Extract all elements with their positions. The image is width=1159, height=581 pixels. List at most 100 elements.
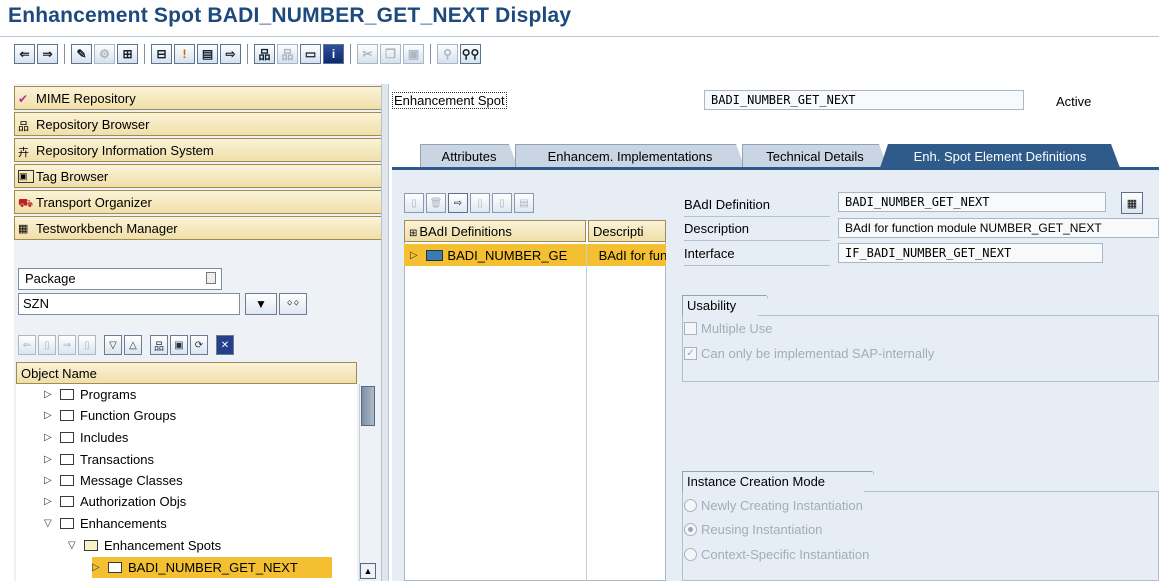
expand-arrow-icon[interactable]: ▷ [410, 250, 426, 261]
table-row[interactable]: ▷ BADI_NUMBER_GE BAdI for fun [404, 244, 666, 266]
scroll-up-icon[interactable]: ▲ [360, 563, 376, 579]
nav-transport-organizer[interactable]: ⛟ Transport Organizer [14, 190, 382, 214]
nav-label: MIME Repository [36, 90, 136, 106]
hierarchy-up-icon[interactable]: 品 [150, 335, 168, 355]
enhance-icon[interactable]: 品 [277, 44, 298, 64]
close-icon[interactable]: ✕ [216, 335, 234, 355]
chevron-down-icon[interactable]: ▼ [245, 293, 277, 315]
repository-icon: 品 [18, 120, 29, 133]
tree-node-badi-number-get-next[interactable]: ▷ BADI_NUMBER_GET_NEXT [92, 557, 332, 578]
expand-arrow-icon[interactable]: ▷ [92, 562, 108, 573]
nav-repository-information-system[interactable]: 卉 Repository Information System [14, 138, 382, 162]
refresh-icon[interactable]: ⟳ [190, 335, 208, 355]
title-divider [0, 36, 1159, 37]
radio-context-specific[interactable]: Context-Specific Instantiation [684, 547, 869, 562]
display-glasses-icon[interactable]: ᛜᛜ [279, 293, 307, 315]
nav-label: Repository Information System [36, 142, 214, 158]
settings-icon[interactable]: ▭ [300, 44, 321, 64]
badi-description-cell: BAdI for fun [598, 247, 666, 263]
display-change-icon[interactable]: ⚙ [94, 44, 115, 64]
tree-node-enhancement-spots[interactable]: ▽ Enhancement Spots [68, 535, 221, 556]
interface-field[interactable]: IF_BADI_NUMBER_GET_NEXT [838, 243, 1103, 263]
next-object-icon[interactable]: ⇒ [58, 335, 76, 355]
description-field[interactable]: BAdI for function module NUMBER_GET_NEXT [838, 218, 1159, 238]
previous-list-icon[interactable]: ▯ [38, 335, 56, 355]
multiple-use-checkbox[interactable]: Multiple Use [684, 321, 773, 336]
hierarchy-icon[interactable]: 品 [254, 44, 275, 64]
navigate-icon[interactable]: ⇨ [448, 193, 468, 213]
info-icon[interactable]: i [323, 44, 344, 64]
tree-node-authorization-objs[interactable]: ▷ Authorization Objs [44, 491, 186, 512]
expand-arrow-icon[interactable]: ▷ [44, 496, 60, 507]
radio-icon [684, 548, 697, 561]
tab-enh-spot-element-definitions[interactable]: Enh. Spot Element Definitions [880, 144, 1120, 168]
radio-reusing[interactable]: Reusing Instantiation [684, 522, 822, 537]
checkbox-label: Can only be implementad SAP-internally [701, 346, 935, 361]
tab-technical-details[interactable]: Technical Details [742, 144, 888, 168]
tab-label: Enh. Spot Element Definitions [913, 149, 1087, 164]
forward-icon[interactable]: ⇒ [37, 44, 58, 64]
find-icon[interactable]: ⚲ [437, 44, 458, 64]
delete-icon[interactable]: 🗑 [426, 193, 446, 213]
display-object-list-icon[interactable]: ⇨ [220, 44, 241, 64]
radio-newly-creating[interactable]: Newly Creating Instantiation [684, 498, 863, 513]
collapse-icon[interactable]: △ [124, 335, 142, 355]
scrollbar-thumb[interactable] [361, 386, 375, 426]
badi-definition-label: BAdI Definition [684, 197, 770, 212]
activate-icon[interactable]: ⊞ [117, 44, 138, 64]
other-object-icon[interactable]: ✎ [71, 44, 92, 64]
column-header-description[interactable]: Descripti [588, 220, 666, 242]
previous-object-icon[interactable]: ⇐ [18, 335, 36, 355]
enhancement-spot-field[interactable]: BADI_NUMBER_GET_NEXT [704, 90, 1024, 110]
nav-mime-repository[interactable]: ✔ MIME Repository [14, 86, 382, 110]
tree-node-function-groups[interactable]: ▷ Function Groups [44, 405, 176, 426]
toolbar-separator [430, 44, 431, 64]
nav-tag-browser[interactable]: ▣ Tag Browser [14, 164, 382, 188]
nav-repository-browser[interactable]: 品 Repository Browser [14, 112, 382, 136]
create-filter-icon[interactable]: ▯ [492, 193, 512, 213]
where-used-icon[interactable]: ⊟ [151, 44, 172, 64]
cut-icon[interactable]: ✂ [357, 44, 378, 64]
sap-internal-checkbox[interactable]: ✓ Can only be implementad SAP-internally [684, 346, 934, 361]
navigation-window-icon[interactable]: ▤ [197, 44, 218, 64]
browser-settings-icon[interactable]: ▣ [170, 335, 188, 355]
collapse-arrow-icon[interactable]: ▽ [68, 540, 84, 551]
back-icon[interactable]: ⇐ [14, 44, 35, 64]
tree-node-programs[interactable]: ▷ Programs [44, 384, 136, 405]
object-name-input[interactable]: SZN [18, 293, 240, 315]
toolbar-separator [64, 44, 65, 64]
paste-icon[interactable]: ▣ [403, 44, 424, 64]
tree-node-includes[interactable]: ▷ Includes [44, 427, 128, 448]
tree-node-label: Message Classes [80, 473, 183, 488]
tab-label: Enhancem. Implementations [547, 149, 713, 164]
panel-splitter[interactable] [381, 84, 389, 581]
object-list-icon[interactable]: ǃ [174, 44, 195, 64]
tag-icon: ▣ [18, 169, 34, 183]
column-header-badi-definitions[interactable]: ⊞ BAdI Definitions [404, 220, 586, 242]
tree-node-message-classes[interactable]: ▷ Message Classes [44, 470, 183, 491]
expand-arrow-icon[interactable]: ▷ [44, 454, 60, 465]
expand-arrow-icon[interactable]: ▷ [44, 432, 60, 443]
tree-node-transactions[interactable]: ▷ Transactions [44, 449, 154, 470]
tab-enhancement-implementations[interactable]: Enhancem. Implementations [515, 144, 745, 168]
definition-details-icon[interactable]: ▦ [1121, 192, 1143, 214]
create-interface-icon[interactable]: ▯ [470, 193, 490, 213]
expand-arrow-icon[interactable]: ▷ [44, 410, 60, 421]
tree-node-enhancements[interactable]: ▽ Enhancements [44, 513, 167, 534]
copy-definition-icon[interactable]: ▤ [514, 193, 534, 213]
expand-arrow-icon[interactable]: ▷ [44, 475, 60, 486]
expand-icon[interactable]: ▽ [104, 335, 122, 355]
tab-attributes[interactable]: Attributes [420, 144, 518, 168]
object-type-select[interactable]: Package [18, 268, 222, 290]
collapse-arrow-icon[interactable]: ▽ [44, 518, 60, 529]
nav-testworkbench-manager[interactable]: ▦ Testworkbench Manager [14, 216, 382, 240]
badi-definition-field[interactable]: BADI_NUMBER_GET_NEXT [838, 192, 1106, 212]
checkbox-checked-icon: ✓ [684, 347, 697, 360]
create-icon[interactable]: ▯ [404, 193, 424, 213]
find-next-icon[interactable]: ⚲⚲ [460, 44, 481, 64]
field-underline [684, 216, 830, 217]
field-underline [684, 265, 830, 266]
expand-arrow-icon[interactable]: ▷ [44, 389, 60, 400]
next-list-icon[interactable]: ▯ [78, 335, 96, 355]
copy-icon[interactable]: ❐ [380, 44, 401, 64]
